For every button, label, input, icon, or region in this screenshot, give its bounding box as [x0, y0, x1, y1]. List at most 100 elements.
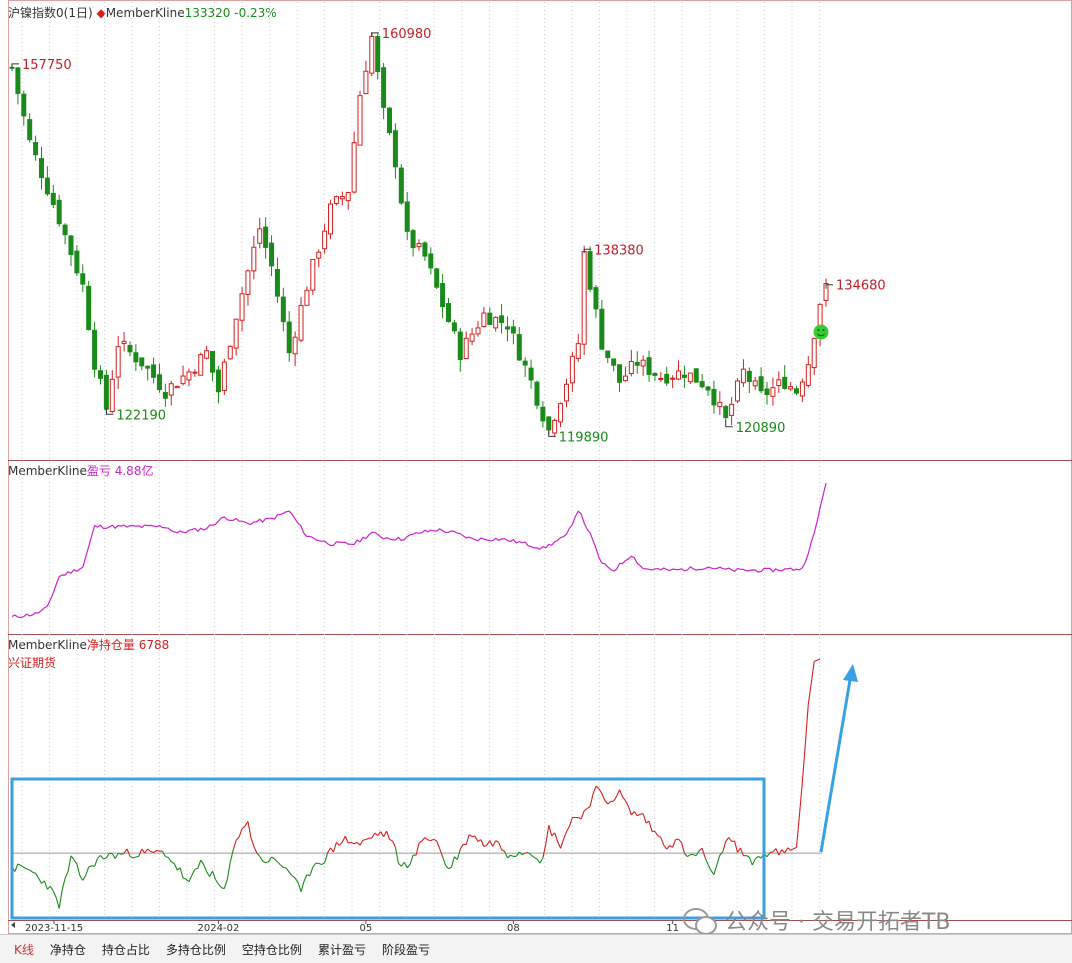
candle-body [157, 375, 161, 390]
candle-body [110, 379, 114, 411]
candle-body [494, 317, 498, 328]
candle-body [45, 178, 49, 194]
tab-cumulative-pnl[interactable]: 累计盈亏 [310, 941, 374, 958]
candle-body [777, 380, 781, 386]
net-position-segment [145, 849, 148, 853]
net-position-segment [749, 857, 752, 865]
candle-body [500, 316, 504, 323]
net-position-segment [404, 862, 407, 868]
annotation-label: 119890 [559, 430, 609, 445]
candle-body [234, 319, 238, 348]
candle-body [559, 404, 563, 422]
net-position-segment [30, 870, 33, 872]
scroll-left-icon[interactable] [11, 922, 15, 928]
candle-body [275, 269, 279, 296]
net-position-segment [375, 833, 378, 836]
candle-body [718, 402, 722, 406]
net-position-segment [260, 856, 263, 861]
net-position-segment [366, 838, 369, 839]
candle-body [671, 378, 675, 379]
candle-body [181, 376, 185, 384]
net-position-segment [643, 814, 646, 824]
net-position-segment [782, 850, 785, 853]
net-position-segment [230, 850, 233, 863]
net-position-segment [112, 854, 115, 859]
annotation-box [12, 779, 764, 918]
watermark-text: 公众号 · 交易开拓者TB [725, 904, 951, 936]
annotation-label: 122190 [116, 408, 166, 423]
net-position-segment [693, 855, 696, 856]
net-position-segment [86, 867, 89, 876]
net-position-segment [422, 838, 425, 842]
net-position-segment [508, 855, 511, 858]
net-position-segment [221, 888, 224, 889]
candle-body [795, 389, 799, 393]
tab-net-position[interactable]: 净持仓 [42, 941, 94, 958]
bottom-tab-bar: K线 净持仓 持仓占比 多持仓比例 空持仓比例 累计盈亏 阶段盈亏 [0, 934, 1072, 963]
tab-position-ratio[interactable]: 持仓占比 [94, 941, 158, 958]
candle-body [576, 344, 580, 359]
net-position-segment [791, 849, 794, 850]
net-position-segment [499, 842, 502, 849]
net-position-segment [682, 842, 685, 853]
candle-body [765, 389, 769, 395]
candle-body [641, 360, 645, 366]
net-position-segment [130, 856, 133, 858]
candle-body [128, 345, 132, 351]
net-position-segment [360, 840, 363, 845]
net-position-segment [410, 855, 413, 864]
net-position-segment [157, 851, 160, 852]
net-position-segment [587, 807, 590, 809]
net-position-segment [679, 839, 682, 842]
net-position-segment [89, 866, 92, 867]
candle-body [264, 227, 268, 247]
net-position-segment [384, 831, 387, 837]
net-position-segment [664, 845, 667, 849]
candle-body [87, 286, 91, 329]
net-position-segment [210, 871, 213, 877]
net-position-segment [395, 847, 398, 863]
candle-body [582, 252, 586, 345]
candle-body [317, 252, 321, 258]
net-position-segment [561, 839, 564, 848]
net-position-segment [661, 837, 664, 845]
net-position-segment [546, 825, 549, 844]
net-position-segment [785, 848, 788, 853]
net-position-segment [800, 782, 803, 815]
net-position-segment [189, 875, 192, 882]
net-position-segment [18, 864, 21, 865]
net-position-segment [811, 661, 814, 683]
candle-body [382, 68, 386, 108]
candle-body [199, 355, 203, 376]
net-position-segment [310, 867, 313, 875]
candle-body [747, 371, 751, 381]
candle-body [517, 335, 521, 360]
annotation-label: 120890 [736, 421, 786, 436]
candle-body [293, 337, 297, 354]
net-position-segment [631, 812, 634, 815]
net-position-segment [115, 853, 118, 859]
x-tick-label: 08 [507, 923, 520, 934]
candle-body [175, 386, 179, 387]
tab-stage-pnl[interactable]: 阶段盈亏 [374, 941, 438, 958]
net-position-segment [313, 863, 316, 867]
net-position-segment [162, 851, 165, 856]
chart-canvas[interactable]: 1577501609801383801346801221901198901208… [0, 0, 1072, 934]
net-position-segment [502, 850, 505, 852]
net-position-segment [277, 862, 280, 865]
net-position-segment [637, 814, 640, 815]
net-position-segment [490, 841, 493, 847]
net-position-segment [47, 886, 50, 889]
tab-short-ratio[interactable]: 空持仓比例 [234, 941, 310, 958]
tab-kline[interactable]: K线 [0, 941, 42, 958]
net-position-segment [345, 836, 348, 843]
net-position-segment [425, 838, 428, 840]
tab-long-ratio[interactable]: 多持仓比例 [158, 941, 234, 958]
arrow-head-icon [843, 664, 858, 682]
candle-body [547, 417, 551, 430]
candle-body [429, 254, 433, 268]
candle-body [629, 361, 633, 373]
candle-body [205, 351, 209, 358]
candle-body [287, 322, 291, 353]
net-position-segment [596, 786, 599, 788]
